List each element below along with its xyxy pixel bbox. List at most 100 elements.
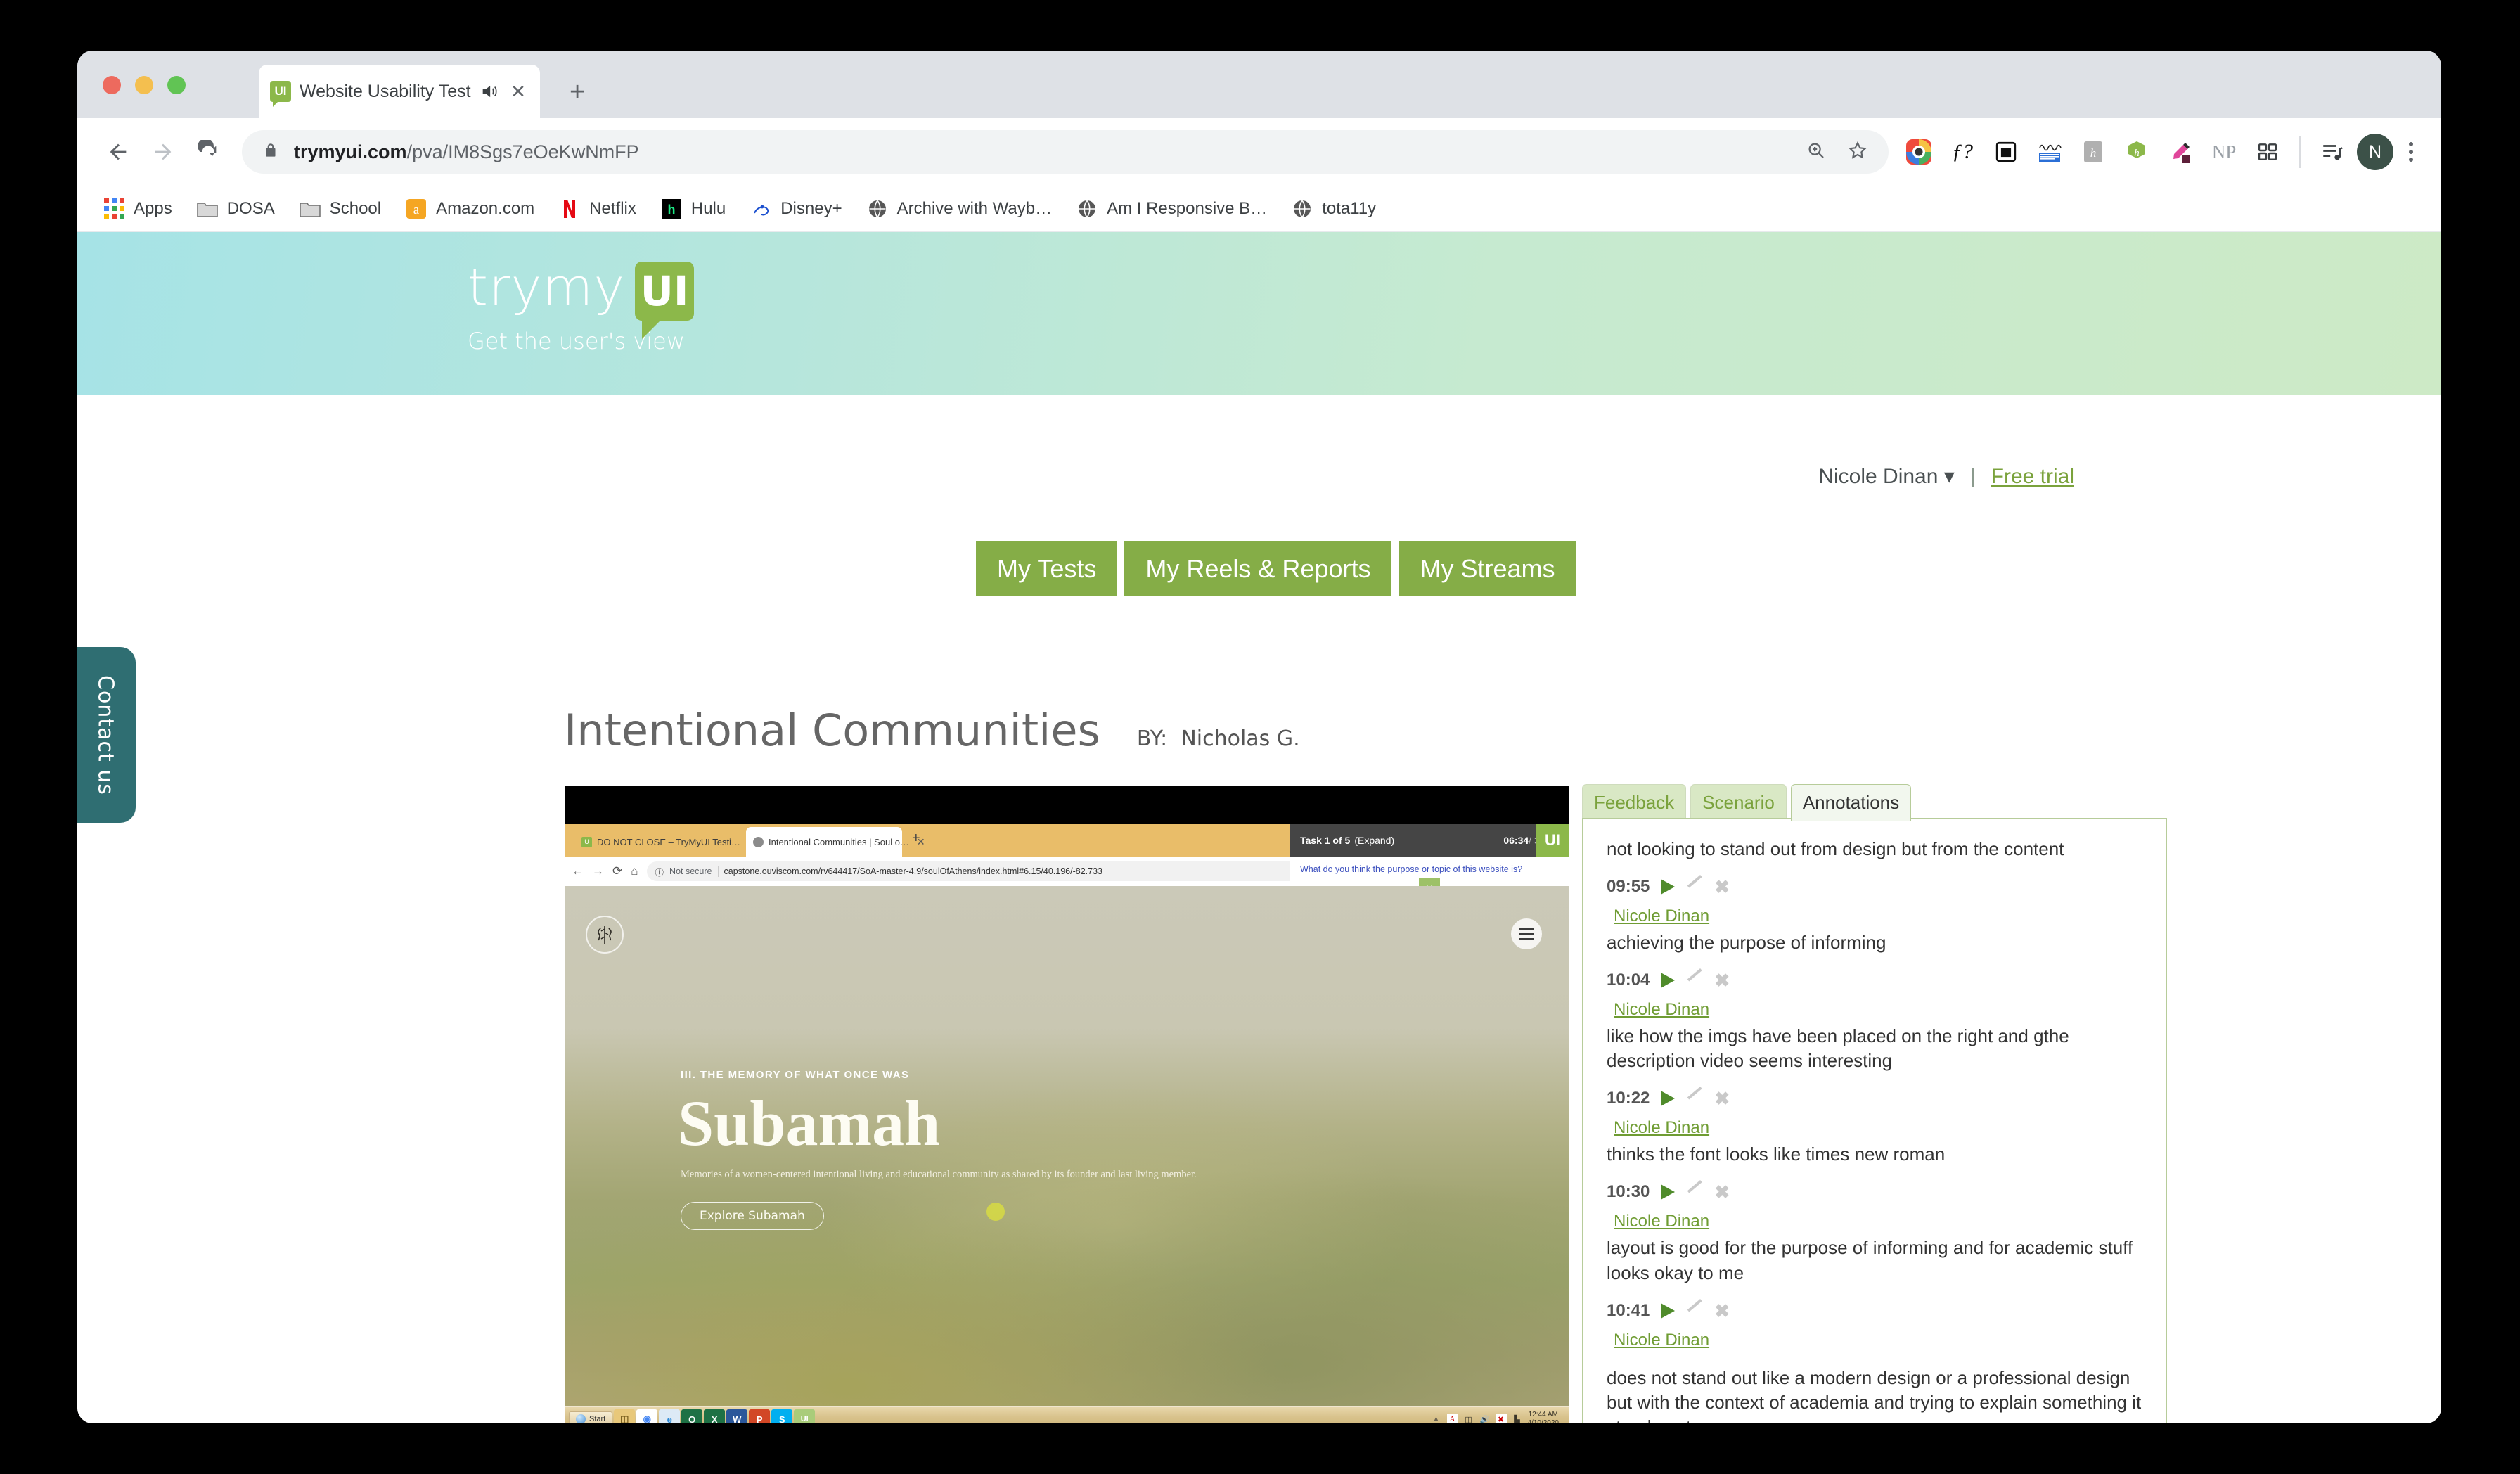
annotation-text: thinks the font looks like times new rom… — [1607, 1143, 1946, 1165]
delete-x-icon[interactable]: ✖ — [1714, 1089, 1730, 1108]
tab-feedback[interactable]: Feedback — [1582, 784, 1687, 821]
media-control-icon[interactable] — [2313, 133, 2351, 171]
pencil-icon[interactable] — [1686, 1302, 1703, 1319]
user-name: Nicole Dinan — [1818, 465, 1939, 488]
np-extension-icon[interactable]: NP — [2205, 133, 2243, 171]
annotation-timestamp: 09:55 — [1607, 877, 1650, 897]
clock-time: 12:44 AM — [1528, 1410, 1558, 1418]
annotation-item: achieving the purpose of informing 10:04… — [1607, 930, 2142, 1020]
disneyplus-icon — [750, 198, 772, 220]
address-bar[interactable]: trymyui.com/pva/IM8Sgs7eOeKwNmFP — [242, 130, 1889, 174]
bookmark-netflix[interactable]: Netflix — [558, 198, 636, 220]
security-icon: ✖ — [1495, 1414, 1507, 1423]
bookmark-am-i-responsive[interactable]: Am I Responsive B… — [1076, 198, 1267, 220]
browser-tab[interactable]: Website Usability Testing | ✕ — [259, 65, 540, 118]
task-panel: Task 1 of 5 (Expand) 06:34 / 30:00 UI Wh… — [1290, 824, 1569, 906]
forward-arrow-icon[interactable] — [141, 129, 186, 174]
annotation-author[interactable]: Nicole Dinan — [1614, 1118, 1709, 1138]
bookmark-school[interactable]: School — [299, 198, 381, 220]
colorwheel-extension-icon[interactable] — [1900, 133, 1938, 171]
annotation-author[interactable]: Nicole Dinan — [1614, 906, 1709, 926]
maximize-window-button[interactable] — [167, 76, 186, 94]
pencil-icon[interactable] — [1686, 1184, 1703, 1200]
bookmark-amazon[interactable]: a Amazon.com — [405, 198, 534, 220]
headings-map-icon[interactable]: h — [2074, 133, 2112, 171]
annotation-author[interactable]: Nicole Dinan — [1614, 1000, 1709, 1020]
tab-scenario[interactable]: Scenario — [1690, 784, 1787, 821]
annotation-text: does not stand out like a modern design … — [1607, 1366, 2142, 1423]
kebab-menu-icon[interactable] — [2399, 142, 2423, 162]
page-content: trymy UI Get the user's view Nicole Dina… — [77, 232, 2441, 1423]
back-arrow-icon[interactable] — [96, 129, 141, 174]
hero-subtitle: Memories of a women-centered intentional… — [681, 1168, 1197, 1180]
zoom-icon[interactable] — [1806, 140, 1827, 165]
delete-x-icon[interactable]: ✖ — [1714, 1183, 1730, 1201]
task-bar: Task 1 of 5 (Expand) 06:34 / 30:00 — [1290, 824, 1569, 857]
avatar[interactable]: N — [2357, 134, 2393, 170]
annotation-text: layout is good for the purpose of inform… — [1607, 1237, 2133, 1283]
user-menu[interactable]: Nicole Dinan ▾ — [1818, 464, 1955, 489]
bookmark-disneyplus[interactable]: Disney+ — [750, 198, 842, 220]
tab-grid-icon[interactable] — [2249, 133, 2287, 171]
annotation-author[interactable]: Nicole Dinan — [1614, 1212, 1709, 1231]
lock-icon — [262, 141, 280, 163]
recorded-tab-1: U DO NOT CLOSE – TryMyUI Testi… ✕ — [574, 827, 764, 857]
pencil-icon[interactable] — [1686, 972, 1703, 989]
contact-us-tab[interactable]: Contact us — [77, 647, 136, 823]
annotation-author[interactable]: Nicole Dinan — [1614, 1331, 1709, 1350]
bookmark-label: Amazon.com — [436, 198, 535, 218]
annotation-item: does not stand out like a modern design … — [1607, 1366, 2142, 1423]
extensions-row: ƒ? h h NP N — [1900, 133, 2423, 171]
start-label: Start — [589, 1415, 606, 1423]
nav-my-reels-reports[interactable]: My Reels & Reports — [1124, 541, 1392, 596]
chevron-down-icon: ▾ — [1943, 465, 1955, 488]
free-trial-link[interactable]: Free trial — [1991, 465, 2074, 489]
font-inspector-icon[interactable]: ƒ? — [1943, 133, 1981, 171]
delete-x-icon[interactable]: ✖ — [1714, 971, 1730, 989]
play-icon[interactable] — [1661, 1091, 1676, 1107]
close-icon[interactable]: ✕ — [508, 81, 529, 102]
bookmark-star-icon[interactable] — [1846, 139, 1869, 165]
play-icon[interactable] — [1661, 973, 1676, 989]
omnibox-actions — [1806, 139, 1869, 165]
minimize-window-button[interactable] — [135, 76, 153, 94]
video-player[interactable]: U DO NOT CLOSE – TryMyUI Testi… ✕ Intent… — [565, 786, 1569, 1423]
apps-grid-icon — [103, 198, 125, 220]
bookmark-archive-wayback[interactable]: Archive with Wayb… — [866, 198, 1052, 220]
start-button: Start — [569, 1411, 613, 1423]
pencil-icon[interactable] — [1686, 878, 1703, 895]
nav-my-tests[interactable]: My Tests — [976, 541, 1118, 596]
delete-x-icon[interactable]: ✖ — [1714, 1302, 1730, 1320]
recorded-tab-1-title: DO NOT CLOSE – TryMyUI Testi… — [597, 836, 740, 847]
bookmark-tota11y[interactable]: tota11y — [1291, 198, 1376, 220]
play-icon[interactable] — [1661, 1184, 1676, 1200]
globe-icon — [1076, 198, 1098, 220]
recorded-tab-2: Intentional Communities | Soul o… ✕ — [746, 827, 925, 857]
recorded-url-text: capstone.ouviscom.com/rv644417/SoA-maste… — [724, 866, 1103, 876]
eyedropper-icon[interactable] — [2161, 133, 2199, 171]
close-window-button[interactable] — [103, 76, 121, 94]
bookmark-dosa[interactable]: DOSA — [196, 198, 275, 220]
wave-accessibility-icon[interactable] — [2031, 133, 2069, 171]
reader-view-icon[interactable] — [1987, 133, 2025, 171]
header-separator: | — [1969, 464, 1976, 488]
pencil-icon[interactable] — [1686, 1090, 1703, 1107]
bookmark-hulu[interactable]: h Hulu — [660, 198, 726, 220]
trymyui-logo[interactable]: trymy UI Get the user's view — [468, 262, 695, 354]
delete-x-icon[interactable]: ✖ — [1714, 878, 1730, 896]
reload-icon[interactable] — [186, 129, 231, 174]
annotation-item: layout is good for the purpose of inform… — [1607, 1236, 2142, 1350]
main-nav: My Tests My Reels & Reports My Streams — [976, 541, 1576, 596]
tab-annotations[interactable]: Annotations — [1790, 784, 1912, 821]
task-expand-link: (Expand) — [1354, 835, 1395, 846]
nav-my-streams[interactable]: My Streams — [1399, 541, 1576, 596]
new-tab-button[interactable]: + — [570, 79, 585, 105]
annotation-text: not looking to stand out from design but… — [1607, 838, 2064, 859]
play-icon[interactable] — [1661, 879, 1676, 895]
hypothesis-icon[interactable]: h — [2118, 133, 2156, 171]
play-icon[interactable] — [1661, 1302, 1676, 1319]
annotation-meta: 10:30 ✖ — [1607, 1182, 2142, 1202]
bookmark-apps[interactable]: Apps — [103, 198, 172, 220]
speaker-icon[interactable] — [480, 82, 499, 101]
annotation-timestamp: 10:30 — [1607, 1182, 1650, 1202]
